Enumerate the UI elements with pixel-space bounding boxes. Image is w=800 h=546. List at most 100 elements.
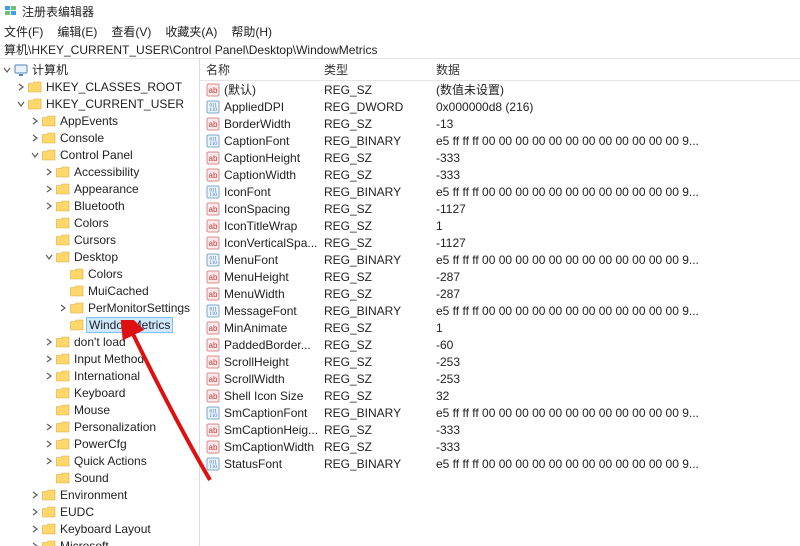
chevron-right-icon[interactable] — [30, 524, 40, 534]
value-name: MinAnimate — [224, 321, 287, 335]
chevron-right-icon[interactable] — [30, 490, 40, 500]
value-type: REG_SZ — [318, 83, 430, 97]
chevron-down-icon[interactable] — [2, 65, 12, 75]
value-row[interactable]: MenuHeightREG_SZ-287 — [200, 268, 800, 285]
menu-help[interactable]: 帮助(H) — [231, 23, 272, 40]
folder-icon — [70, 285, 84, 297]
value-row[interactable]: Shell Icon SizeREG_SZ32 — [200, 387, 800, 404]
value-row[interactable]: MessageFontREG_BINARYe5 ff ff ff 00 00 0… — [200, 302, 800, 319]
tree-item-label: WindowMetrics — [86, 317, 173, 333]
chevron-right-icon[interactable] — [44, 201, 54, 211]
tree-item[interactable]: Accessibility — [0, 163, 199, 180]
tree-item[interactable]: Keyboard Layout — [0, 520, 199, 537]
menu-edit[interactable]: 编辑(E) — [57, 23, 97, 40]
tree-item[interactable]: Console — [0, 129, 199, 146]
menu-file[interactable]: 文件(F) — [4, 23, 43, 40]
tree-item[interactable]: Sound — [0, 469, 199, 486]
chevron-right-icon[interactable] — [30, 133, 40, 143]
chevron-down-icon[interactable] — [16, 99, 26, 109]
value-name: IconVerticalSpa... — [224, 236, 317, 250]
tree-item[interactable]: Desktop — [0, 248, 199, 265]
tree-item[interactable]: Microsoft — [0, 537, 199, 546]
value-type: REG_BINARY — [318, 304, 430, 318]
value-row[interactable]: SmCaptionFontREG_BINARYe5 ff ff ff 00 00… — [200, 404, 800, 421]
tree-item[interactable]: EUDC — [0, 503, 199, 520]
list-pane[interactable]: 名称 类型 数据 (默认)REG_SZ(数值未设置)AppliedDPIREG_… — [200, 59, 800, 546]
value-row[interactable]: AppliedDPIREG_DWORD0x000000d8 (216) — [200, 98, 800, 115]
chevron-right-icon[interactable] — [44, 184, 54, 194]
col-header-name[interactable]: 名称 — [200, 61, 318, 78]
tree-item[interactable]: MuiCached — [0, 282, 199, 299]
tree-item[interactable]: Mouse — [0, 401, 199, 418]
value-row[interactable]: MenuFontREG_BINARYe5 ff ff ff 00 00 00 0… — [200, 251, 800, 268]
tree-item[interactable]: AppEvents — [0, 112, 199, 129]
tree-item[interactable]: 计算机 — [0, 61, 199, 78]
tree-item[interactable]: Appearance — [0, 180, 199, 197]
tree-item[interactable]: Keyboard — [0, 384, 199, 401]
value-name: IconSpacing — [224, 202, 290, 216]
address-bar[interactable]: 算机\HKEY_CURRENT_USER\Control Panel\Deskt… — [0, 40, 800, 58]
tree-item[interactable]: Environment — [0, 486, 199, 503]
chevron-right-icon[interactable] — [44, 354, 54, 364]
tree-item[interactable]: HKEY_CURRENT_USER — [0, 95, 199, 112]
value-row[interactable]: BorderWidthREG_SZ-13 — [200, 115, 800, 132]
chevron-right-icon[interactable] — [30, 541, 40, 546]
value-row[interactable]: (默认)REG_SZ(数值未设置) — [200, 81, 800, 98]
tree-item-label: EUDC — [60, 505, 94, 519]
string-value-icon — [206, 117, 220, 131]
chevron-right-icon[interactable] — [16, 82, 26, 92]
tree-item[interactable]: Colors — [0, 265, 199, 282]
chevron-right-icon[interactable] — [58, 303, 68, 313]
chevron-right-icon[interactable] — [44, 439, 54, 449]
value-row[interactable]: IconFontREG_BINARYe5 ff ff ff 00 00 00 0… — [200, 183, 800, 200]
value-row[interactable]: IconVerticalSpa...REG_SZ-1127 — [200, 234, 800, 251]
menu-bar: 文件(F) 编辑(E) 查看(V) 收藏夹(A) 帮助(H) — [0, 22, 800, 40]
value-name: (默认) — [224, 81, 256, 98]
value-row[interactable]: MenuWidthREG_SZ-287 — [200, 285, 800, 302]
value-row[interactable]: CaptionHeightREG_SZ-333 — [200, 149, 800, 166]
tree-item[interactable]: don't load — [0, 333, 199, 350]
menu-favorites[interactable]: 收藏夹(A) — [165, 23, 217, 40]
value-row[interactable]: IconTitleWrapREG_SZ1 — [200, 217, 800, 234]
chevron-right-icon[interactable] — [30, 507, 40, 517]
tree-item[interactable]: PowerCfg — [0, 435, 199, 452]
chevron-right-icon[interactable] — [44, 167, 54, 177]
value-row[interactable]: SmCaptionHeig...REG_SZ-333 — [200, 421, 800, 438]
tree-item[interactable]: Input Method — [0, 350, 199, 367]
value-name: SmCaptionWidth — [224, 440, 314, 454]
tree-item[interactable]: Colors — [0, 214, 199, 231]
value-row[interactable]: ScrollHeightREG_SZ-253 — [200, 353, 800, 370]
chevron-right-icon[interactable] — [44, 371, 54, 381]
tree-item[interactable]: HKEY_CLASSES_ROOT — [0, 78, 199, 95]
string-value-icon — [206, 372, 220, 386]
tree-pane[interactable]: 计算机HKEY_CLASSES_ROOTHKEY_CURRENT_USERApp… — [0, 59, 200, 546]
value-row[interactable]: PaddedBorder...REG_SZ-60 — [200, 336, 800, 353]
value-row[interactable]: CaptionWidthREG_SZ-333 — [200, 166, 800, 183]
tree-item-label: Console — [60, 131, 104, 145]
tree-item[interactable]: WindowMetrics — [0, 316, 199, 333]
tree-item-label: 计算机 — [32, 61, 68, 78]
chevron-right-icon[interactable] — [30, 116, 40, 126]
value-row[interactable]: ScrollWidthREG_SZ-253 — [200, 370, 800, 387]
tree-item[interactable]: PerMonitorSettings — [0, 299, 199, 316]
value-row[interactable]: IconSpacingREG_SZ-1127 — [200, 200, 800, 217]
binary-value-icon — [206, 100, 220, 114]
chevron-down-icon[interactable] — [30, 150, 40, 160]
chevron-down-icon[interactable] — [44, 252, 54, 262]
value-row[interactable]: CaptionFontREG_BINARYe5 ff ff ff 00 00 0… — [200, 132, 800, 149]
tree-item[interactable]: Control Panel — [0, 146, 199, 163]
chevron-right-icon[interactable] — [44, 337, 54, 347]
value-row[interactable]: SmCaptionWidthREG_SZ-333 — [200, 438, 800, 455]
chevron-right-icon[interactable] — [44, 456, 54, 466]
menu-view[interactable]: 查看(V) — [111, 23, 151, 40]
col-header-data[interactable]: 数据 — [430, 61, 800, 78]
tree-item[interactable]: Quick Actions — [0, 452, 199, 469]
value-row[interactable]: StatusFontREG_BINARYe5 ff ff ff 00 00 00… — [200, 455, 800, 472]
chevron-right-icon[interactable] — [44, 422, 54, 432]
tree-item[interactable]: Personalization — [0, 418, 199, 435]
col-header-type[interactable]: 类型 — [318, 61, 430, 78]
tree-item[interactable]: Bluetooth — [0, 197, 199, 214]
tree-item[interactable]: International — [0, 367, 199, 384]
tree-item[interactable]: Cursors — [0, 231, 199, 248]
value-row[interactable]: MinAnimateREG_SZ1 — [200, 319, 800, 336]
